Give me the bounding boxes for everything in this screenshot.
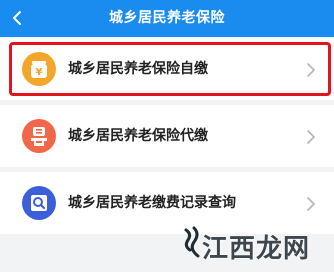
page-title: 城乡居民养老保险 (109, 10, 225, 26)
menu-item-label: 城乡居民养老保险代缴 (68, 128, 208, 144)
chevron-right-icon (306, 196, 316, 211)
menu-item-self-pay[interactable]: ¥ 城乡居民养老保险自缴 (0, 38, 334, 100)
chevron-right-icon (306, 129, 316, 144)
search-record-icon (22, 186, 56, 220)
watermark-text: 江西龙网 (202, 234, 311, 264)
menu-item-label: 城乡居民养老保险自缴 (68, 61, 208, 77)
chevron-right-icon (306, 62, 316, 77)
savings-jar-icon: ¥ (22, 52, 56, 86)
app-header: 城乡居民养老保险 (0, 0, 334, 37)
menu-item-proxy-pay[interactable]: 城乡居民养老保险代缴 (0, 105, 334, 167)
hand-payment-icon (22, 119, 56, 153)
svg-text:¥: ¥ (36, 67, 43, 78)
